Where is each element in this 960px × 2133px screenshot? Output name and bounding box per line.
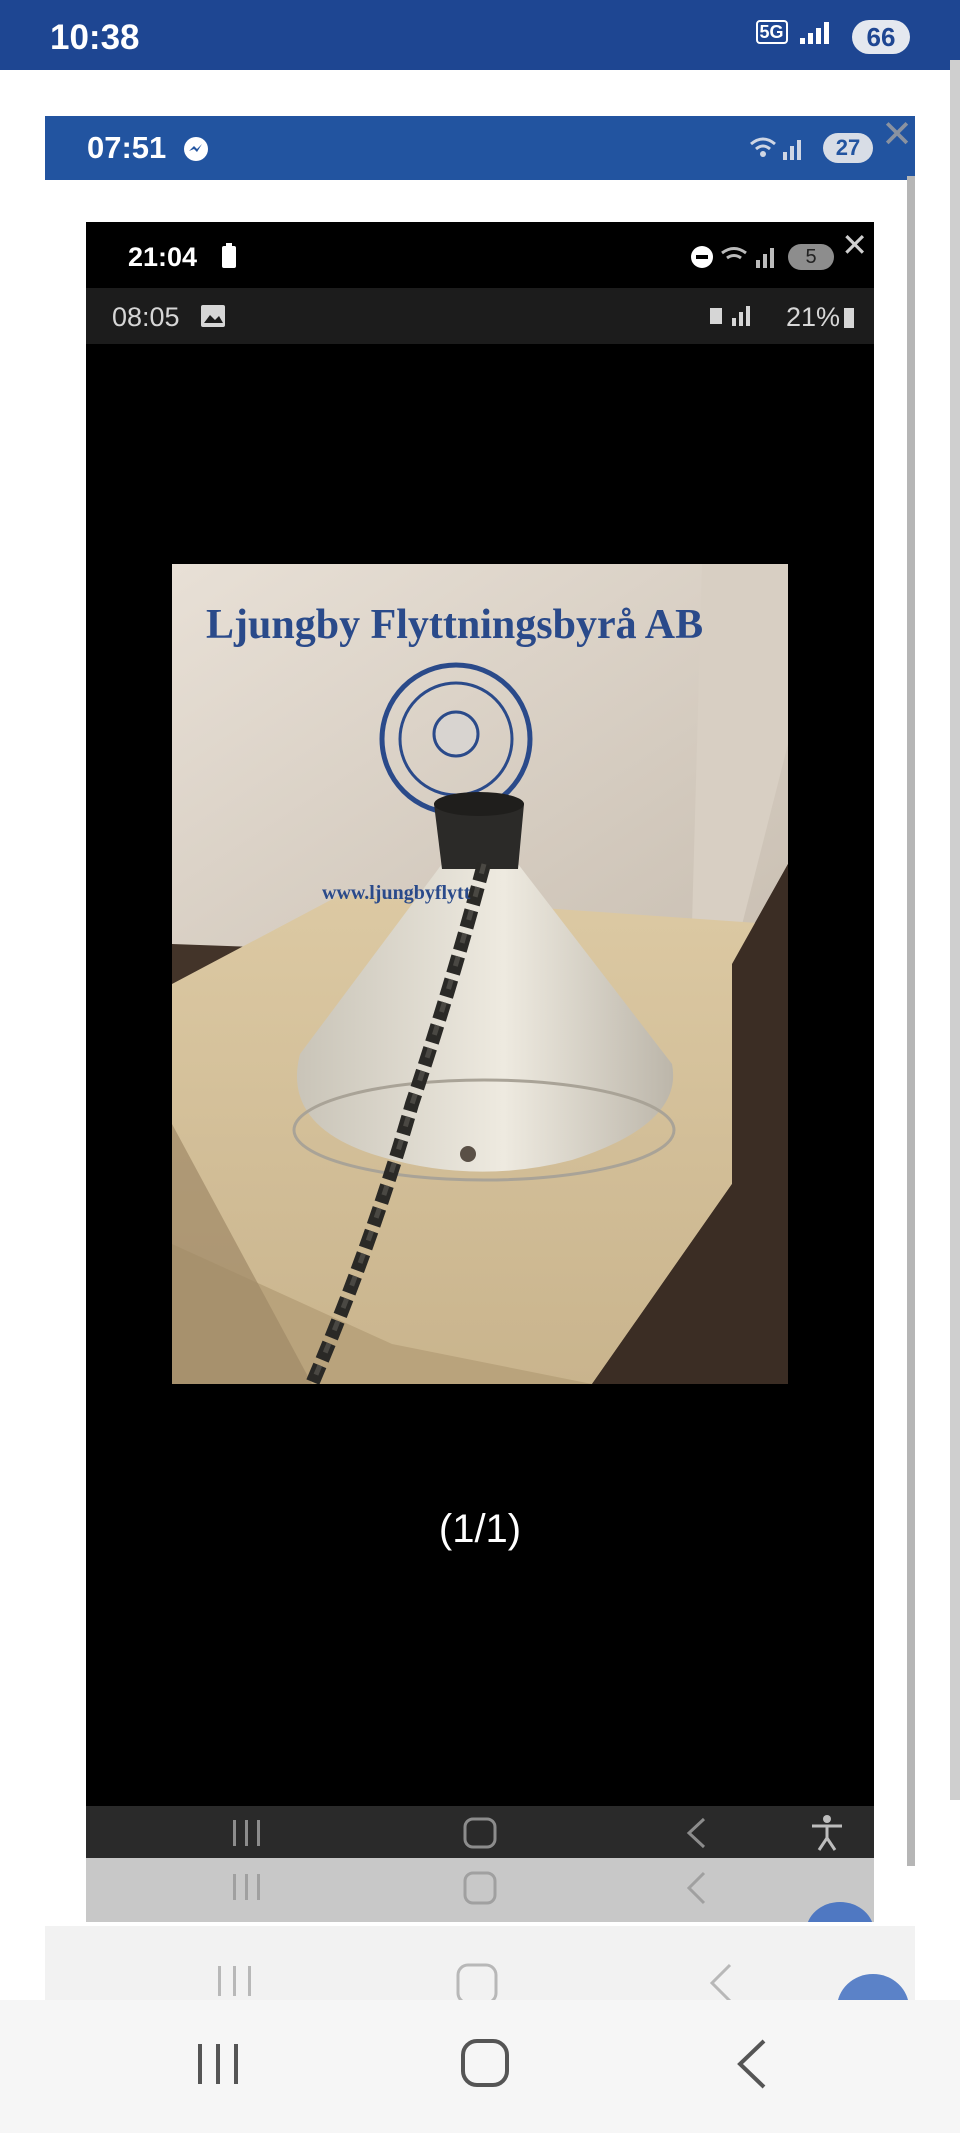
- signal-icon: [800, 22, 832, 46]
- outer-scrollbar[interactable]: [950, 60, 960, 1800]
- viewer-close-icon[interactable]: ✕: [841, 226, 868, 264]
- inner-clock: 07:51: [87, 130, 167, 165]
- screenshot-level-2: 21:04 5 ✕ 08:05 21% Ljungby Flyttningsby…: [86, 222, 874, 1922]
- accessibility-icon[interactable]: [810, 1814, 844, 1857]
- home-icon[interactable]: [462, 1816, 498, 1855]
- home-icon[interactable]: [460, 2038, 510, 2093]
- nested-clock: 08:05: [112, 302, 180, 332]
- nested-navigation-bar-2: [86, 1858, 874, 1922]
- viewer-clock: 21:04: [128, 242, 198, 272]
- back-icon[interactable]: [705, 1962, 735, 2005]
- dnd-wifi-signal-icons: [691, 246, 774, 268]
- image-counter: (1/1): [438, 1507, 522, 1551]
- recents-icon[interactable]: [230, 1816, 264, 1853]
- battery-alert-icon: [222, 243, 236, 268]
- battery-icon: [844, 308, 854, 328]
- viewer-status-bar: 21:04 5 ✕: [86, 222, 874, 288]
- status-bar: 10:38 5G 66: [0, 0, 960, 70]
- lamp-photo[interactable]: Ljungby Flyttningsbyrå AB www.ljungbyfly…: [172, 564, 788, 1387]
- back-icon[interactable]: [734, 2038, 768, 2095]
- scrollbar[interactable]: [907, 176, 915, 1866]
- wifi-signal-icon: [750, 137, 801, 160]
- viewer-battery-indicator: 5: [788, 244, 834, 270]
- nested-status-bar: 08:05 21%: [86, 288, 874, 344]
- nested-battery-text: 21%: [785, 302, 840, 332]
- network-type-label: 5G: [755, 20, 788, 44]
- system-navigation-bar: [0, 2000, 960, 2133]
- recents-icon[interactable]: [195, 2040, 241, 2093]
- home-icon[interactable]: [455, 1962, 499, 2005]
- box-url-text: www.ljungbyflytt: [322, 882, 471, 904]
- photo-illustration: Ljungby Flyttningsbyrå AB www.ljungbyfly…: [172, 564, 788, 1387]
- recents-icon[interactable]: [215, 1962, 255, 2005]
- back-icon[interactable]: [684, 1816, 708, 1855]
- back-icon[interactable]: [684, 1870, 708, 1911]
- home-icon[interactable]: [462, 1870, 498, 1911]
- inner-battery-indicator: 27: [823, 133, 873, 163]
- nested-battery-indicator: 21%: [786, 302, 854, 333]
- network-indicator: 5G: [755, 20, 832, 46]
- level1-navigation-bar: [45, 1926, 915, 2042]
- box-text: Ljungby Flyttningsbyrå AB: [206, 602, 703, 648]
- battery-indicator: 66: [852, 20, 910, 54]
- inner-status-bar: 07:51 27: [45, 116, 915, 180]
- nested-navigation-bar: [86, 1806, 874, 1862]
- floating-button[interactable]: [806, 1898, 874, 1922]
- close-icon[interactable]: ✕: [881, 112, 913, 157]
- gallery-icon: [201, 305, 225, 327]
- clock: 10:38: [50, 18, 140, 57]
- nested-signal-icon: [710, 306, 750, 326]
- messenger-icon: [184, 137, 208, 161]
- recents-icon[interactable]: [230, 1870, 264, 1909]
